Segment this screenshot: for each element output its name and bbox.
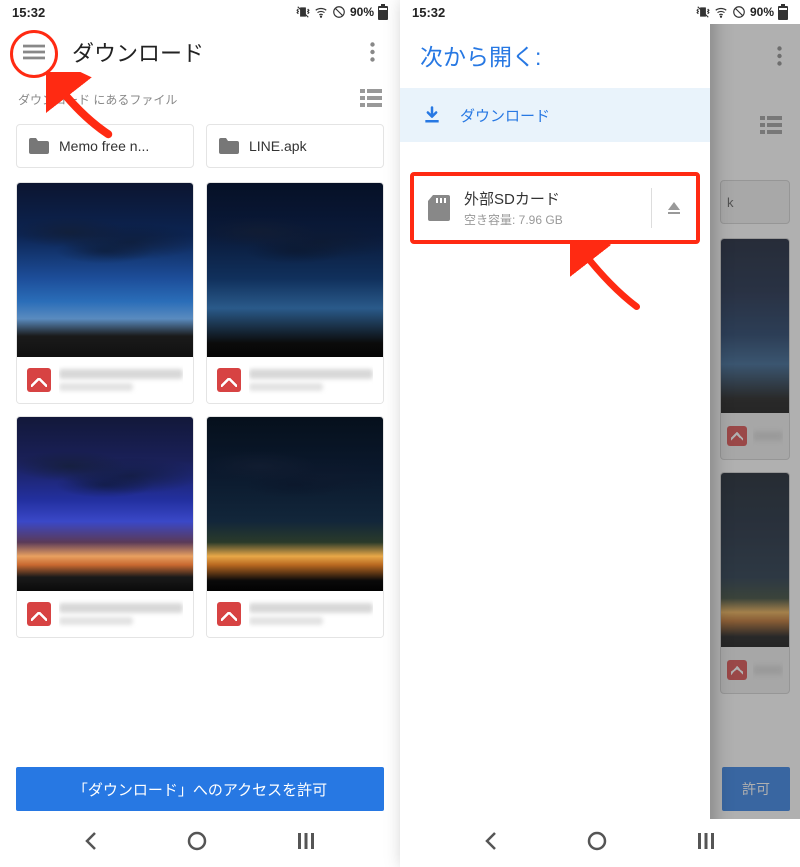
- list-view-icon: [760, 116, 782, 134]
- app-header: ダウンロード: [0, 24, 400, 80]
- image-thumbnail: [207, 183, 383, 357]
- status-bar: 15:32 90%: [400, 0, 800, 24]
- folder-icon: [219, 138, 239, 154]
- image-tile[interactable]: [16, 182, 194, 404]
- sdcard-subtitle: 空き容量: 7.96 GB: [464, 211, 637, 228]
- wifi-icon: [714, 5, 728, 19]
- image-file-icon: [217, 602, 241, 626]
- image-tile-dim: [720, 472, 790, 694]
- circle-icon: [587, 831, 607, 851]
- folder-label: LINE.apk: [249, 138, 307, 154]
- vibrate-icon: [296, 5, 310, 19]
- chevron-left-icon: [484, 831, 498, 851]
- image-tile[interactable]: [206, 182, 384, 404]
- phone-left: 15:32 90% ダウンロード ダウンロード にあるファイル: [0, 0, 400, 867]
- nav-home-button[interactable]: [587, 831, 607, 856]
- nav-recent-button[interactable]: [696, 831, 716, 856]
- image-tile[interactable]: [206, 416, 384, 638]
- battery-icon: [378, 4, 388, 20]
- phone-right: k 許可 15:32 90% 次から開く: ダウ: [400, 0, 800, 867]
- hamburger-icon: [23, 41, 45, 63]
- vibrate-icon: [696, 5, 710, 19]
- nav-back-button[interactable]: [84, 831, 98, 856]
- circle-icon: [187, 831, 207, 851]
- list-view-icon: [360, 89, 382, 107]
- bars-icon: [696, 831, 716, 851]
- hamburger-button[interactable]: [16, 34, 52, 70]
- file-grid: Memo free n... LINE.apk: [0, 124, 400, 767]
- image-filename-blurred: [59, 365, 183, 395]
- image-meta: [207, 357, 383, 403]
- folder-tile-dim: k: [720, 180, 790, 224]
- status-right: 90%: [696, 4, 788, 20]
- image-thumbnail: [17, 183, 193, 357]
- folder-icon: [29, 138, 49, 154]
- folder-tile[interactable]: LINE.apk: [206, 124, 384, 168]
- drawer-sdcard-item[interactable]: 外部SDカード 空き容量: 7.96 GB: [410, 172, 700, 244]
- view-toggle-dim: [760, 116, 782, 139]
- battery-percent: 90%: [350, 5, 374, 19]
- image-tile[interactable]: [16, 416, 194, 638]
- drawer-downloads-label: ダウンロード: [460, 105, 550, 126]
- allow-access-button[interactable]: 「ダウンロード」へのアクセスを許可: [16, 767, 384, 811]
- status-time: 15:32: [12, 5, 45, 20]
- subheader-text: ダウンロード にあるファイル: [18, 91, 177, 108]
- chevron-left-icon: [84, 831, 98, 851]
- overflow-icon: [777, 46, 782, 66]
- image-meta: [207, 591, 383, 637]
- navigation-drawer: 次から開く: ダウンロード 外部SDカード 空き容量: 7.96 GB: [400, 0, 710, 867]
- nav-bar: [0, 819, 400, 867]
- no-sim-icon: [732, 5, 746, 19]
- page-title: ダウンロード: [72, 36, 204, 68]
- drawer-title: 次から開く:: [400, 24, 710, 78]
- battery-percent: 90%: [750, 5, 774, 19]
- image-meta: [17, 357, 193, 403]
- image-file-icon: [27, 368, 51, 392]
- overflow-button-dim: [777, 46, 782, 71]
- nav-bar: [400, 819, 800, 867]
- nav-back-button[interactable]: [484, 831, 498, 856]
- folder-tile[interactable]: Memo free n...: [16, 124, 194, 168]
- sdcard-text: 外部SDカード 空き容量: 7.96 GB: [464, 188, 637, 228]
- annotation-arrow-right: [570, 240, 650, 320]
- battery-icon: [778, 4, 788, 20]
- status-time: 15:32: [412, 5, 445, 20]
- image-filename-blurred: [249, 365, 373, 395]
- drawer-downloads-item[interactable]: ダウンロード: [400, 88, 710, 142]
- status-right: 90%: [296, 4, 388, 20]
- view-toggle-button[interactable]: [360, 89, 382, 110]
- wifi-icon: [314, 5, 328, 19]
- allow-button-dim: 許可: [722, 767, 790, 811]
- nav-recent-button[interactable]: [296, 831, 316, 856]
- image-filename-blurred: [59, 599, 183, 629]
- eject-button[interactable]: [651, 188, 682, 228]
- overflow-button[interactable]: [360, 40, 384, 64]
- image-filename-blurred: [249, 599, 373, 629]
- sdcard-title: 外部SDカード: [464, 188, 637, 209]
- status-bar: 15:32 90%: [0, 0, 400, 24]
- subheader: ダウンロード にあるファイル: [0, 80, 400, 124]
- image-tile-dim: [720, 238, 790, 460]
- folder-label: Memo free n...: [59, 138, 149, 154]
- download-icon: [422, 105, 442, 125]
- image-meta: [17, 591, 193, 637]
- overflow-icon: [370, 42, 375, 62]
- bars-icon: [296, 831, 316, 851]
- image-file-icon: [217, 368, 241, 392]
- eject-icon: [666, 200, 682, 216]
- allow-access-label: 「ダウンロード」へのアクセスを許可: [73, 779, 327, 800]
- sd-card-icon: [428, 195, 450, 221]
- image-thumbnail: [207, 417, 383, 591]
- no-sim-icon: [332, 5, 346, 19]
- nav-home-button[interactable]: [187, 831, 207, 856]
- image-file-icon: [27, 602, 51, 626]
- image-thumbnail: [17, 417, 193, 591]
